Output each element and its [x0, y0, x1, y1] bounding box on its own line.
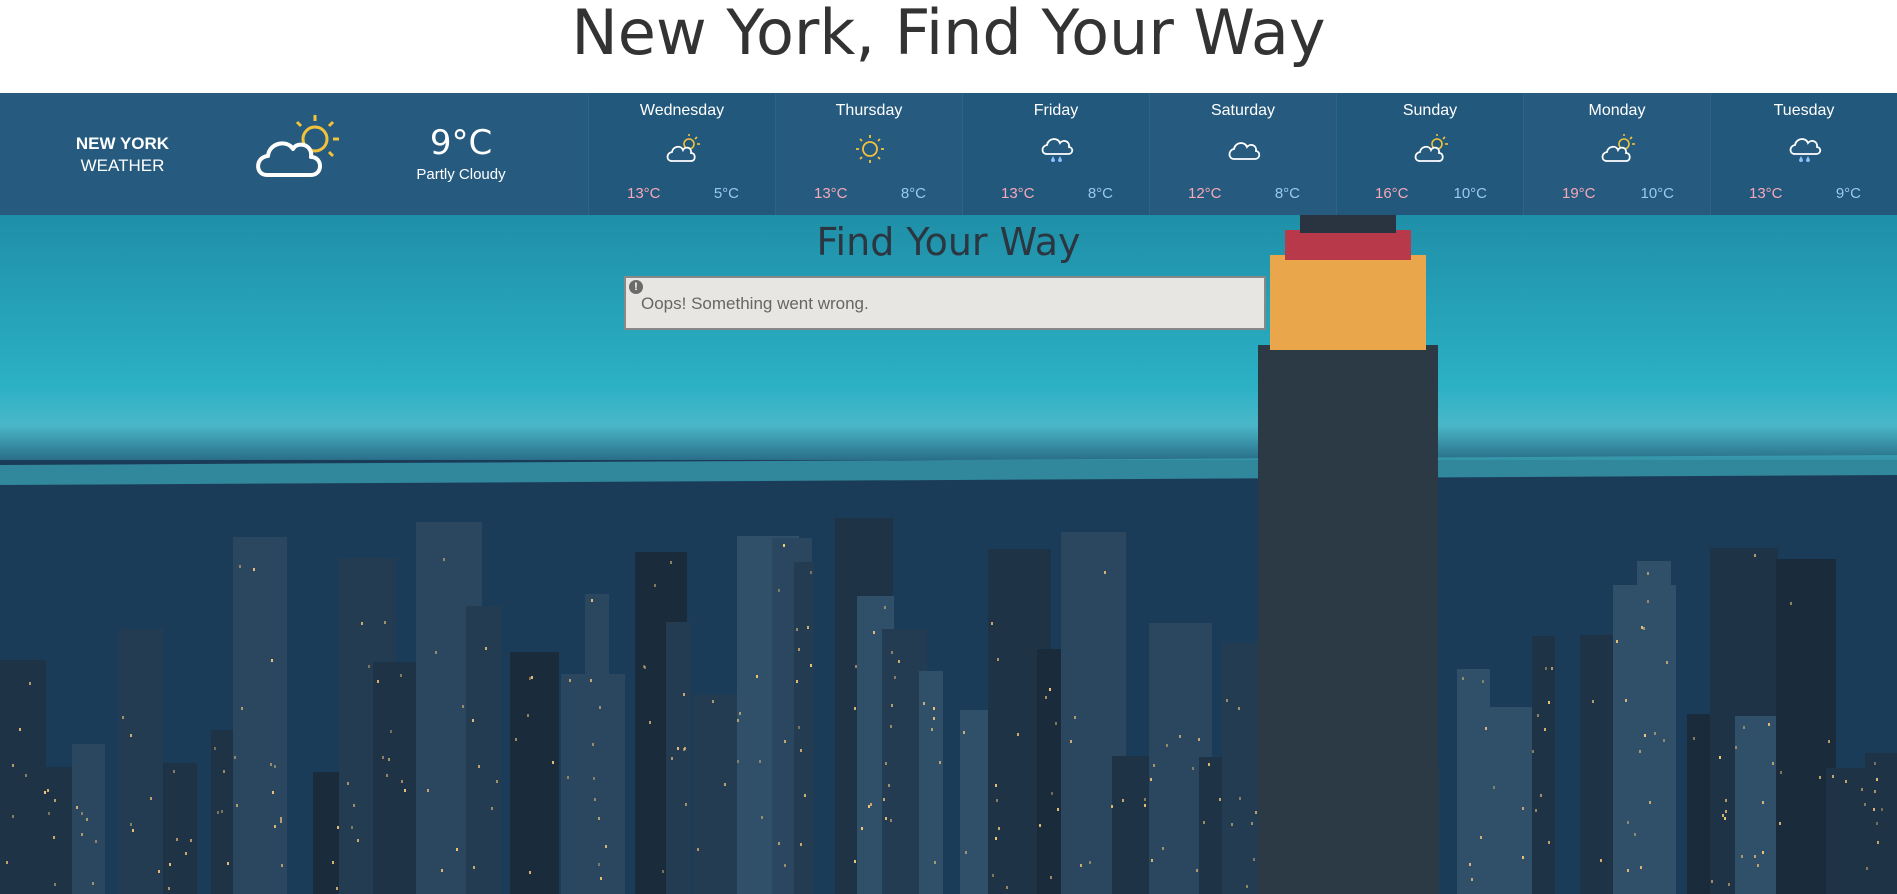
- forecast-low-temp: 5°C: [713, 185, 739, 202]
- forecast-list: Wednesday 13°C 5°C Thursday 13°C 8°C Friday 13°…: [588, 93, 1897, 215]
- forecast-low-temp: 10°C: [1640, 185, 1674, 202]
- forecast-day: Monday 19°C 10°C: [1523, 93, 1710, 215]
- page-title: New York, Find Your Way: [571, 0, 1326, 69]
- sun-icon: [852, 133, 888, 165]
- hero-section: Find Your Way ! Oops! Something went wro…: [0, 215, 1897, 894]
- forecast-low-temp: 8°C: [1274, 185, 1300, 202]
- forecast-low-temp: 8°C: [900, 185, 926, 202]
- hero-title: Find Your Way: [816, 220, 1081, 264]
- partly-cloudy-icon: [253, 111, 343, 188]
- forecast-day: Saturday 12°C 8°C: [1149, 93, 1336, 215]
- forecast-low-temp: 9°C: [1835, 185, 1861, 202]
- error-message: Oops! Something went wrong.: [641, 294, 869, 313]
- forecast-high-temp: 19°C: [1562, 185, 1596, 202]
- partly-cloudy-icon: [1600, 133, 1636, 165]
- forecast-high-temp: 12°C: [1188, 185, 1222, 202]
- forecast-day-name: Tuesday: [1773, 102, 1835, 119]
- partly-cloudy-icon: [1413, 133, 1449, 165]
- current-weather: NEW YORK WEATHER 9°C Partly Cloudy: [0, 93, 588, 215]
- forecast-day: Thursday 13°C 8°C: [775, 93, 962, 215]
- current-temperature: 9°C: [429, 123, 493, 163]
- current-condition: Partly Cloudy: [416, 166, 506, 183]
- forecast-high-temp: 13°C: [1001, 185, 1035, 202]
- forecast-low-temp: 8°C: [1087, 185, 1113, 202]
- forecast-low-temp: 10°C: [1453, 185, 1487, 202]
- forecast-day-name: Friday: [1033, 102, 1079, 119]
- forecast-high-temp: 16°C: [1375, 185, 1409, 202]
- weather-bar: NEW YORK WEATHER 9°C Partly Cloudy Wedne…: [0, 93, 1897, 215]
- rain-icon: [1787, 133, 1823, 165]
- forecast-day: Wednesday 13°C 5°C: [588, 93, 775, 215]
- forecast-day: Friday 13°C 8°C: [962, 93, 1149, 215]
- city-label: NEW YORK WEATHER: [60, 133, 185, 177]
- partly-cloudy-icon: [665, 133, 701, 165]
- forecast-day-name: Thursday: [835, 102, 903, 119]
- forecast-high-temp: 13°C: [627, 185, 661, 202]
- forecast-day-name: Saturday: [1210, 102, 1276, 119]
- error-icon: !: [629, 280, 643, 294]
- forecast-day: Sunday 16°C 10°C: [1336, 93, 1523, 215]
- city-name: NEW YORK: [75, 134, 170, 153]
- cloud-icon: [1226, 133, 1262, 165]
- forecast-day-name: Wednesday: [639, 102, 725, 119]
- city-subtitle: WEATHER: [80, 156, 165, 175]
- forecast-day-name: Sunday: [1402, 102, 1458, 119]
- forecast-day-name: Monday: [1588, 102, 1646, 119]
- forecast-high-temp: 13°C: [814, 185, 848, 202]
- forecast-high-temp: 13°C: [1749, 185, 1783, 202]
- rain-icon: [1039, 133, 1075, 165]
- error-message-box: ! Oops! Something went wrong.: [624, 276, 1266, 330]
- forecast-day: Tuesday 13°C 9°C: [1710, 93, 1897, 215]
